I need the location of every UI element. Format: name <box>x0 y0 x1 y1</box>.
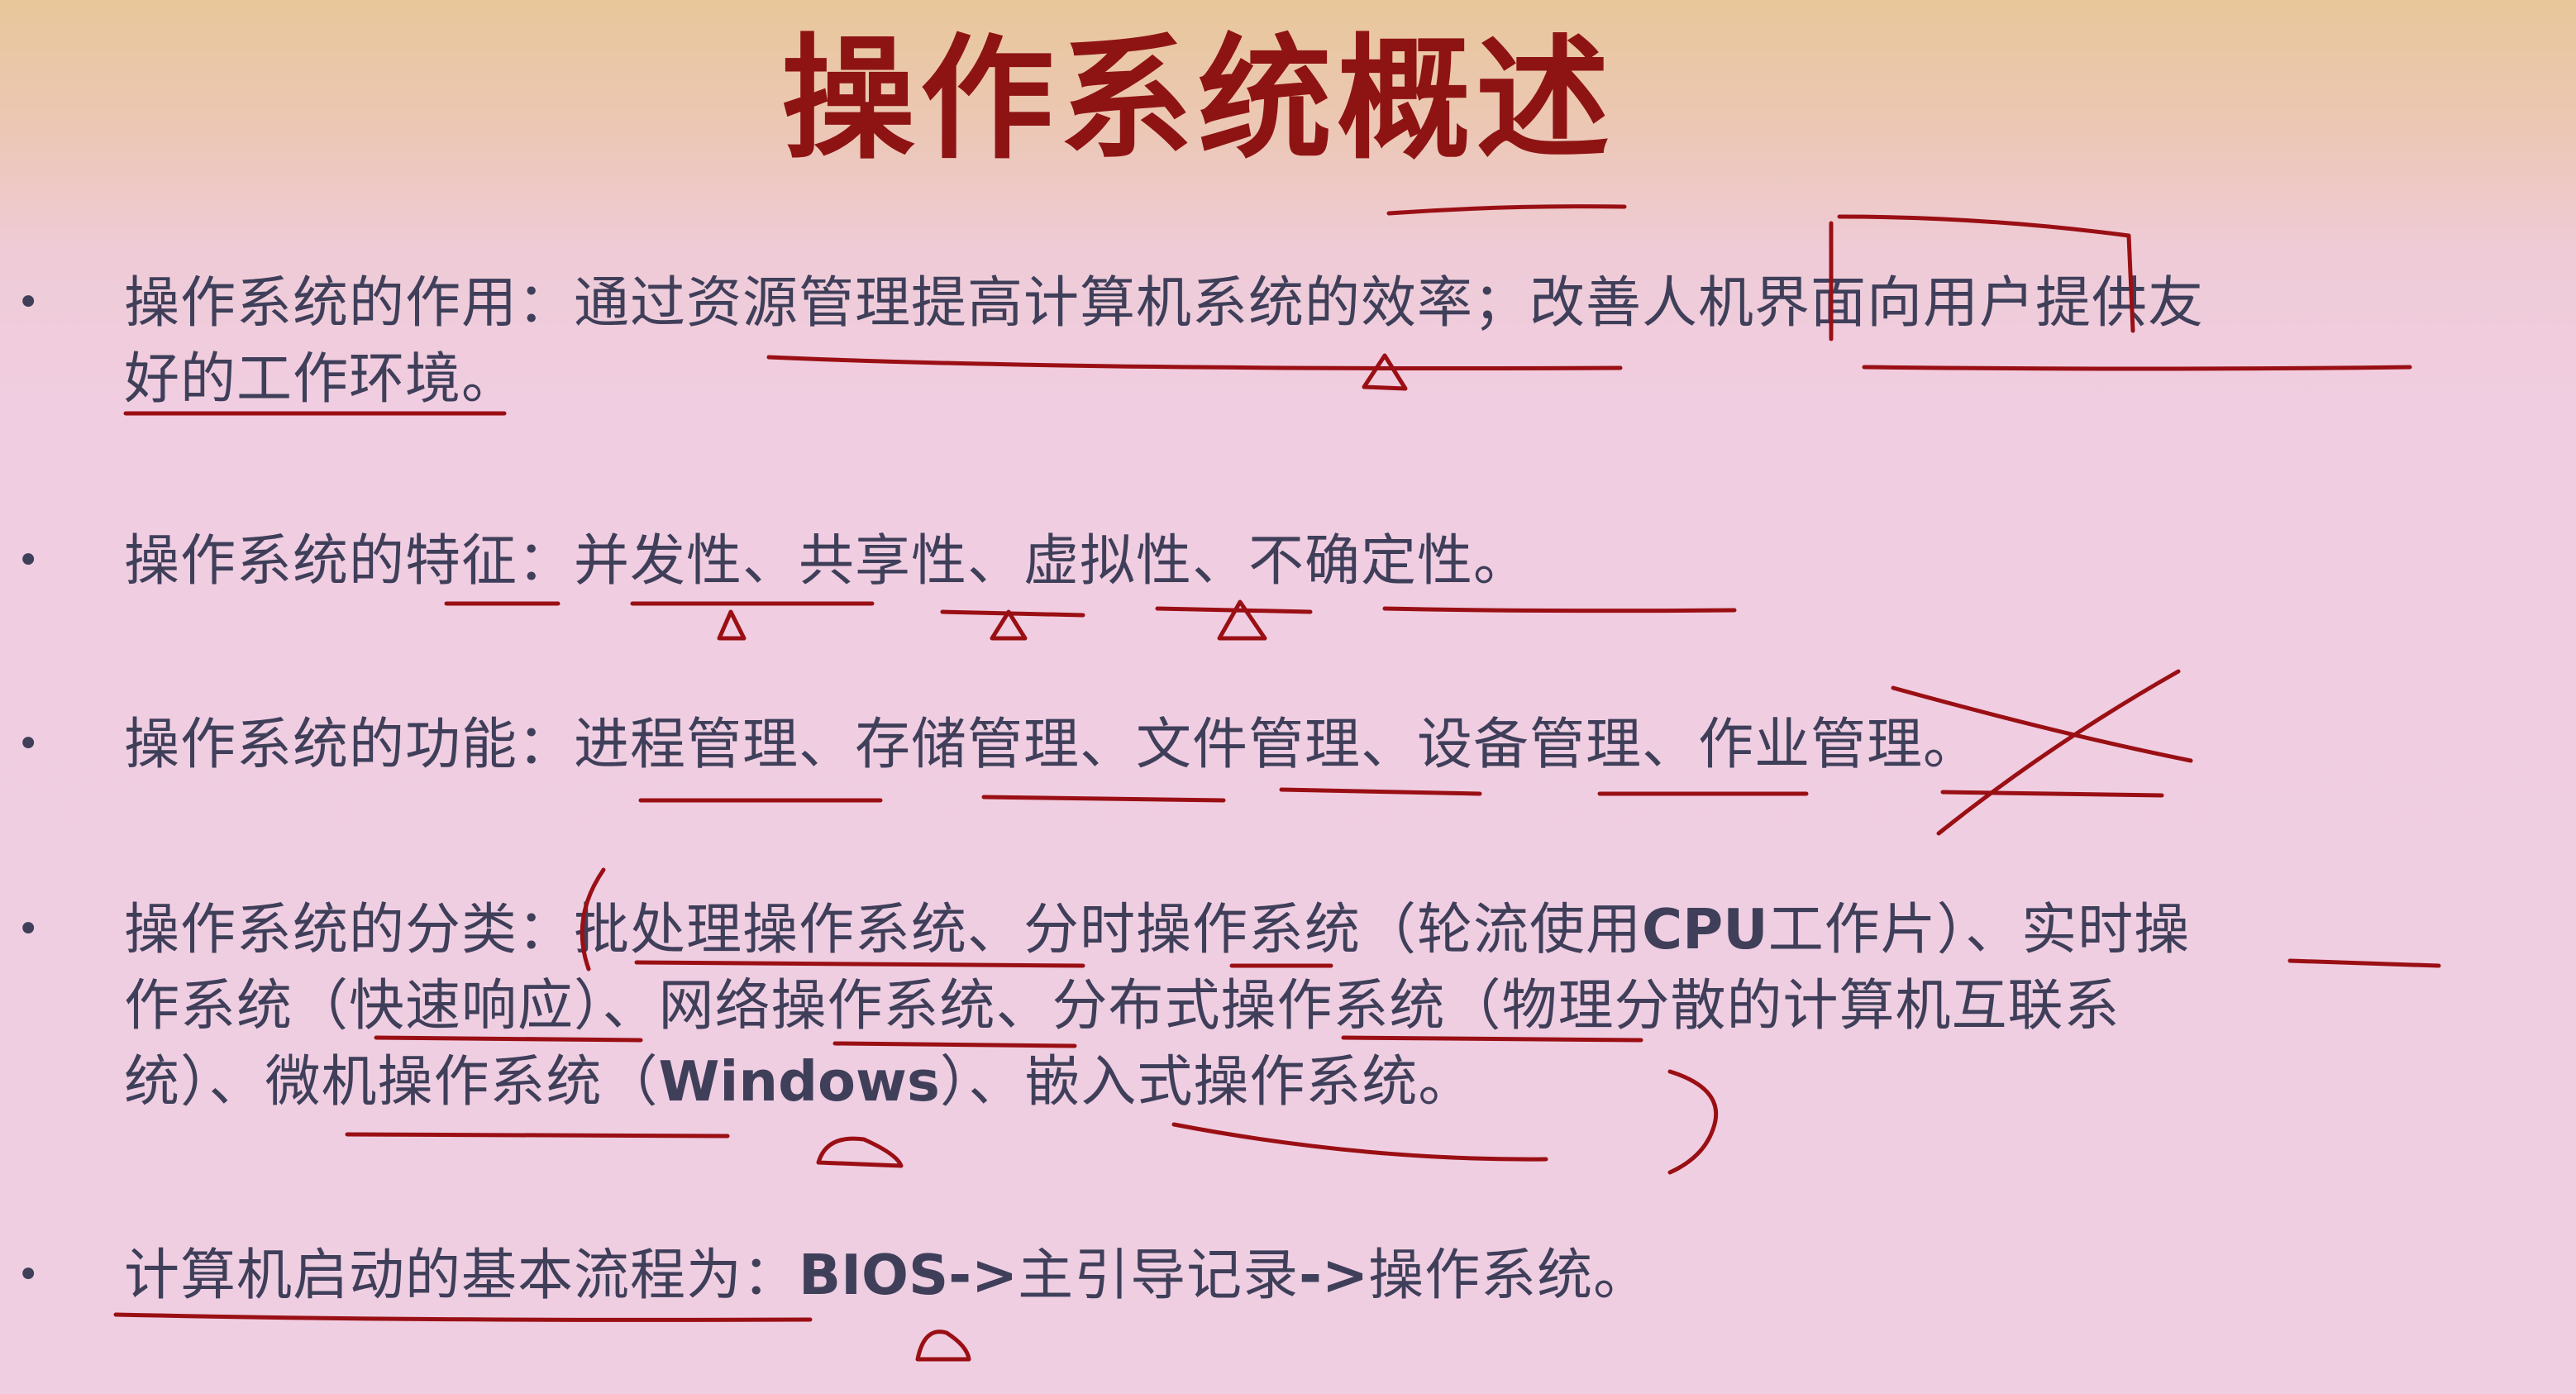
bullet: • <box>17 906 41 952</box>
underline <box>766 355 1623 370</box>
item-types-line-3: 统）、微机操作系统（Windows）、嵌入式操作系统。 <box>124 1043 1474 1119</box>
slide-title: 操作系统概述 <box>781 22 1615 178</box>
bullet: • <box>17 279 41 326</box>
item-types-line-1: 操作系统的分类：批处理操作系统、分时操作系统（轮流使用CPU工作片）、实时操 <box>124 891 2190 967</box>
triangle-mark <box>915 1330 971 1362</box>
underline <box>1155 606 1313 614</box>
item-features-line: 操作系统的特征：并发性、共享性、虚拟性、不确定性。 <box>124 528 1529 593</box>
item-role-line-2: 好的工作环境。 <box>124 346 518 411</box>
triangle-mark <box>717 609 747 641</box>
text-latin: -> <box>1299 1243 1369 1307</box>
underline <box>345 1132 730 1139</box>
triangle-mark <box>816 1136 904 1168</box>
item-types-line-2: 作系统（快速响应）、网络操作系统、分布式操作系统（物理分散的计算机互联系 <box>124 973 2120 1038</box>
item-boot-line: 计算机启动的基本流程为：BIOS->主引导记录->操作系统。 <box>124 1237 1649 1313</box>
bullet: • <box>17 721 41 767</box>
paren-mark <box>1667 1069 1719 1175</box>
triangle-mark <box>1217 599 1267 641</box>
underline <box>113 1312 813 1322</box>
title-underline <box>1386 204 1627 216</box>
underline <box>1171 1122 1548 1162</box>
text-latin: BIOS-> <box>799 1243 1018 1307</box>
text: ）、嵌入式操作系统。 <box>939 1049 1475 1114</box>
underline <box>981 795 1226 803</box>
text: 计算机启动的基本流程为： <box>124 1243 799 1307</box>
bullet: • <box>17 1252 41 1298</box>
underline <box>1382 606 1737 613</box>
text: 操作系统的分类：批处理操作系统、分时操作系统（轮流使用 <box>124 897 1642 962</box>
bullet: • <box>17 537 41 584</box>
text: 统）、微机操作系统（ <box>124 1049 659 1114</box>
underline <box>1279 787 1482 796</box>
text: 主引导记录 <box>1018 1243 1300 1307</box>
item-role-line-1: 操作系统的作用：通过资源管理提高计算机系统的效率；改善人机界面向用户提供友 <box>124 270 2204 335</box>
underline <box>1940 790 2164 798</box>
text: 工作片）、实时操 <box>1767 897 2191 962</box>
triangle-mark <box>990 609 1028 641</box>
triangle-mark <box>1362 353 1408 391</box>
underline <box>2287 958 2441 968</box>
text-latin: CPU <box>1642 897 1768 962</box>
underline <box>940 609 1085 618</box>
text: 操作系统。 <box>1368 1243 1650 1307</box>
underline <box>1862 365 2412 371</box>
item-functions-line: 操作系统的功能：进程管理、存储管理、文件管理、设备管理、作业管理。 <box>124 712 1979 776</box>
text-latin: Windows <box>658 1049 940 1114</box>
handwritten-annotations <box>113 204 2441 1362</box>
